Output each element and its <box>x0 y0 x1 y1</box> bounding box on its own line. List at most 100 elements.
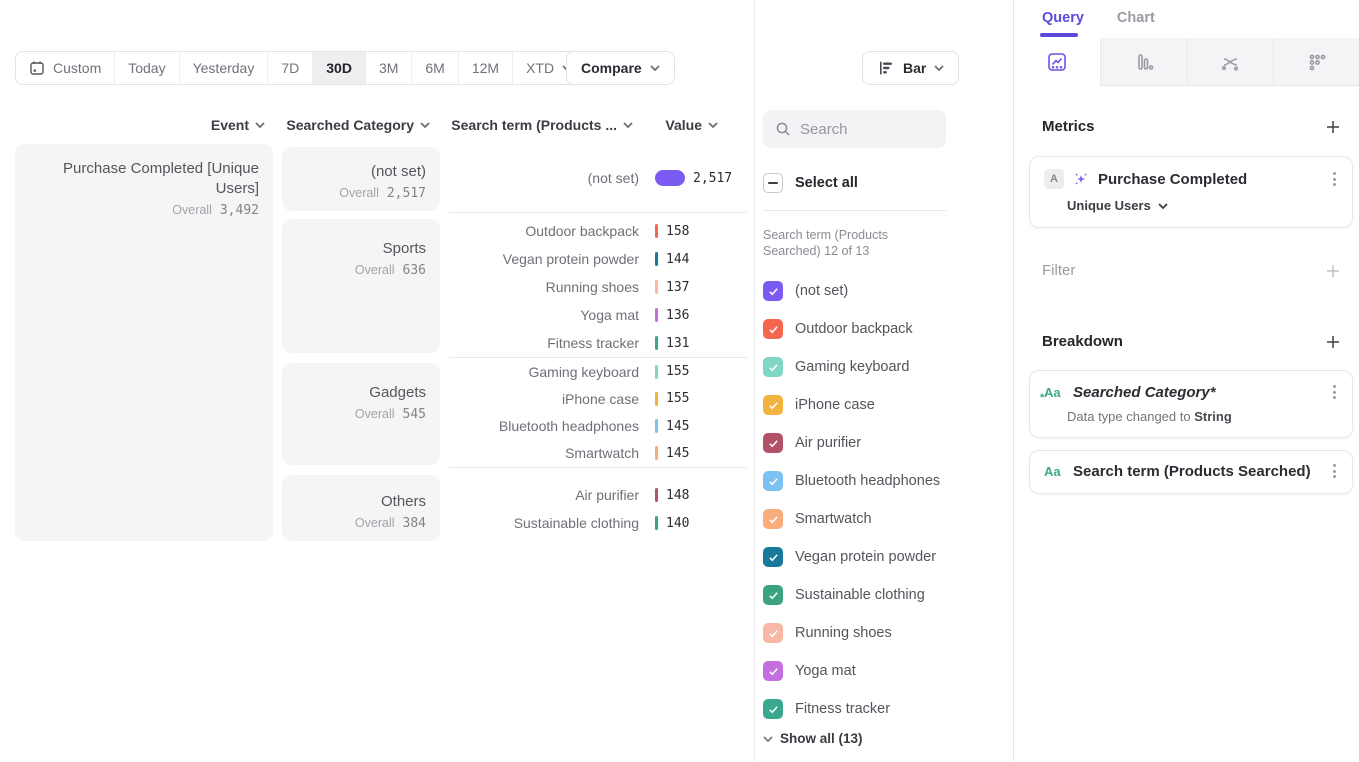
legend-item[interactable]: Gaming keyboard <box>763 348 993 386</box>
add-metric-button[interactable] <box>1325 119 1341 135</box>
metric-menu-button[interactable] <box>1331 170 1338 188</box>
breakdown-menu-button[interactable] <box>1331 383 1338 401</box>
check-icon <box>767 628 780 639</box>
legend-checkbox[interactable] <box>763 585 783 605</box>
string-property-icon: Aa <box>1044 464 1064 479</box>
term-row[interactable]: Fitness tracker 131 <box>449 329 747 357</box>
search-input[interactable] <box>800 121 920 138</box>
legend-checkbox[interactable] <box>763 357 783 377</box>
legend-checkbox[interactable] <box>763 547 783 567</box>
breakdown-title: Breakdown <box>1042 333 1123 350</box>
term-row[interactable]: Outdoor backpack 158 <box>449 217 747 245</box>
legend-checkbox[interactable] <box>763 433 783 453</box>
term-row[interactable]: Smartwatch 145 <box>449 440 747 467</box>
tab-chart[interactable]: Chart <box>1117 10 1155 26</box>
range-today[interactable]: Today <box>114 52 178 84</box>
term-group-sports: Outdoor backpack 158 Vegan protein powde… <box>449 212 747 357</box>
category-cell-sports[interactable]: Sports Overall636 <box>282 219 440 353</box>
term-row[interactable]: iPhone case 155 <box>449 385 747 412</box>
legend-panel-divider <box>754 0 755 762</box>
legend-item[interactable]: Outdoor backpack <box>763 310 993 348</box>
legend-item[interactable]: (not set) <box>763 272 993 310</box>
report-type-tabs <box>1014 38 1359 86</box>
term-row[interactable]: Gaming keyboard 155 <box>449 358 747 385</box>
tab-query[interactable]: Query <box>1042 10 1084 26</box>
term-row[interactable]: Bluetooth headphones 145 <box>449 413 747 440</box>
event-name: Purchase Completed [Unique Users] <box>29 159 259 199</box>
legend-checkbox[interactable] <box>763 509 783 529</box>
legend-divider <box>763 210 946 211</box>
column-header-category[interactable]: Searched Category <box>282 112 430 138</box>
legend-checkbox[interactable] <box>763 699 783 719</box>
check-icon <box>767 514 780 525</box>
range-label: Custom <box>53 60 101 76</box>
legend-item[interactable]: Running shoes <box>763 614 993 652</box>
category-cell-others[interactable]: Others Overall384 <box>282 475 440 541</box>
column-header-term[interactable]: Search term (Products ... <box>449 112 633 138</box>
value-bar <box>655 392 658 406</box>
chevron-down-icon <box>934 65 944 71</box>
tab-flows[interactable] <box>1187 38 1274 86</box>
legend-item[interactable]: Sustainable clothing <box>763 576 993 614</box>
tab-funnels[interactable] <box>1100 38 1187 86</box>
add-filter-button[interactable] <box>1325 263 1341 279</box>
legend-checkbox[interactable] <box>763 623 783 643</box>
term-row[interactable]: Vegan protein powder 144 <box>449 245 747 273</box>
active-tab-underline <box>1040 33 1078 37</box>
legend-item[interactable]: Bluetooth headphones <box>763 462 993 500</box>
check-icon <box>767 286 780 297</box>
add-breakdown-button[interactable] <box>1325 334 1341 350</box>
metrics-title: Metrics <box>1042 118 1095 135</box>
range-custom[interactable]: Custom <box>16 52 114 84</box>
column-header-event[interactable]: Event <box>15 112 265 138</box>
breakdown-card-search-term[interactable]: Aa Search term (Products Searched) <box>1029 450 1353 494</box>
chevron-down-icon <box>708 122 718 128</box>
range-7d[interactable]: 7D <box>267 52 312 84</box>
term-row[interactable]: Running shoes 137 <box>449 273 747 301</box>
compare-button[interactable]: Compare <box>566 51 675 85</box>
legend-checkbox[interactable] <box>763 395 783 415</box>
range-6m[interactable]: 6M <box>411 52 457 84</box>
legend-checkbox[interactable] <box>763 319 783 339</box>
select-all-checkbox[interactable] <box>763 173 783 193</box>
term-row[interactable]: Air purifier 148 <box>449 481 747 509</box>
category-cell-not-set[interactable]: (not set) Overall2,517 <box>282 147 440 211</box>
legend-item[interactable]: Fitness tracker <box>763 690 993 728</box>
value-bar <box>655 170 685 186</box>
retention-dots-icon <box>1306 51 1328 73</box>
show-all-toggle[interactable]: Show all (13) <box>763 731 863 746</box>
legend-checkbox[interactable] <box>763 281 783 301</box>
check-icon <box>767 704 780 715</box>
category-cell-gadgets[interactable]: Gadgets Overall545 <box>282 363 440 465</box>
tab-insights[interactable] <box>1014 38 1100 86</box>
range-3m[interactable]: 3M <box>365 52 411 84</box>
term-row[interactable]: Yoga mat 136 <box>449 301 747 329</box>
legend-checkbox[interactable] <box>763 661 783 681</box>
column-header-value[interactable]: Value <box>640 112 718 138</box>
legend-item[interactable]: Smartwatch <box>763 500 993 538</box>
select-all-row[interactable]: Select all <box>763 173 858 193</box>
legend-search[interactable] <box>763 110 946 148</box>
value-bar <box>655 336 658 350</box>
value-bar <box>655 224 658 238</box>
check-icon <box>767 476 780 487</box>
range-30d-active[interactable]: 30D <box>312 52 365 84</box>
legend-list: (not set) Outdoor backpack Gaming keyboa… <box>763 272 993 728</box>
range-12m[interactable]: 12M <box>458 52 512 84</box>
calendar-icon <box>29 60 45 76</box>
range-yesterday[interactable]: Yesterday <box>179 52 268 84</box>
term-row[interactable]: Sustainable clothing 140 <box>449 509 747 537</box>
breakdown-menu-button[interactable] <box>1331 462 1338 480</box>
legend-item[interactable]: Air purifier <box>763 424 993 462</box>
breakdown-card-category[interactable]: Aa* Searched Category* Data type changed… <box>1029 370 1353 438</box>
event-cell[interactable]: Purchase Completed [Unique Users] Overal… <box>15 144 273 541</box>
legend-item[interactable]: Vegan protein powder <box>763 538 993 576</box>
metric-card[interactable]: A Purchase Completed Unique Users <box>1029 156 1353 228</box>
tab-retention[interactable] <box>1273 38 1359 86</box>
term-row[interactable]: (not set) 2,517 <box>449 164 747 192</box>
legend-item[interactable]: iPhone case <box>763 386 993 424</box>
legend-checkbox[interactable] <box>763 471 783 491</box>
legend-item[interactable]: Yoga mat <box>763 652 993 690</box>
chart-type-select[interactable]: Bar <box>862 51 959 85</box>
measure-select[interactable]: Unique Users <box>1067 198 1338 213</box>
